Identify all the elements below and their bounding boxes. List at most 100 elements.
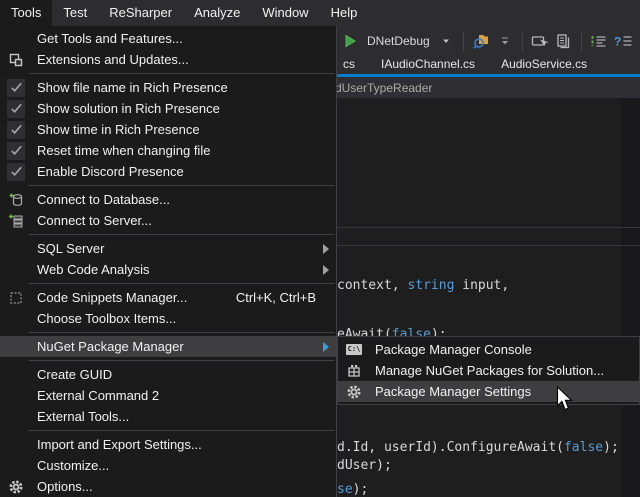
menu-item-label: SQL Server [37, 241, 104, 256]
check-icon [7, 79, 25, 97]
menu-item-get-tools-and-features[interactable]: Get Tools and Features... [0, 28, 336, 49]
indent-lines-icon[interactable] [589, 32, 609, 50]
menu-separator [29, 360, 334, 361]
menu-item-label: External Tools... [37, 409, 129, 424]
menu-item-external-tools[interactable]: External Tools... [0, 406, 336, 427]
menu-separator [29, 73, 334, 74]
nuget-manage-icon [338, 363, 370, 379]
menu-item-connect-to-server[interactable]: Connect to Server... [0, 210, 336, 231]
menu-item-label: Package Manager Console [375, 342, 532, 357]
menu-item-external-command-2[interactable]: External Command 2 [0, 385, 336, 406]
vs-window: DNetDebug? csIAudioChannel.csAudioServic… [0, 0, 640, 497]
menu-item-choose-toolbox-items[interactable]: Choose Toolbox Items... [0, 308, 336, 329]
menu-item-sql-server[interactable]: SQL Server [0, 238, 336, 259]
menubar-item-analyze[interactable]: Analyze [183, 0, 251, 26]
menu-item-label: Connect to Server... [37, 213, 152, 228]
menubar-item-tools[interactable]: Tools [0, 0, 52, 26]
menu-item-label: Options... [37, 479, 93, 494]
tab-audioservice-cs[interactable]: AudioService.cs [488, 54, 600, 74]
menu-item-show-time-in-rich-presence[interactable]: Show time in Rich Presence [0, 119, 336, 140]
toolbar-separator [463, 32, 464, 51]
submenu-arrow-icon [323, 342, 329, 352]
menu-item-label: Package Manager Settings [375, 384, 531, 399]
mouse-cursor-icon [556, 386, 574, 417]
editor-divider-line [337, 227, 640, 228]
menu-item-enable-discord-presence[interactable]: Enable Discord Presence [0, 161, 336, 182]
menu-item-code-snippets-manager[interactable]: Code Snippets Manager... Ctrl+K, Ctrl+B [0, 287, 336, 308]
database-add-icon [0, 192, 32, 208]
console-icon: C:\ [338, 344, 370, 355]
menu-item-import-and-export-settings[interactable]: Import and Export Settings... [0, 434, 336, 455]
nav-box-cursor-icon[interactable] [530, 32, 550, 50]
menu-item-label: Extensions and Updates... [37, 52, 189, 67]
menu-item-label: Manage NuGet Packages for Solution... [375, 363, 604, 378]
menu-item-show-file-name-in-rich-presence[interactable]: Show file name in Rich Presence [0, 77, 336, 98]
submenu-item-package-manager-console[interactable]: C:\ Package Manager Console [338, 339, 639, 360]
copy-structure-icon[interactable] [554, 32, 574, 50]
toolbar-separator [522, 32, 523, 51]
svg-text:?: ? [614, 35, 621, 49]
editor-scrollbar[interactable] [621, 98, 640, 497]
menu-item-label: Create GUID [37, 367, 112, 382]
menu-item-reset-time-when-changing-file[interactable]: Reset time when changing file [0, 140, 336, 161]
menu-item-show-solution-in-rich-presence[interactable]: Show solution in Rich Presence [0, 98, 336, 119]
submenu-arrow-icon [323, 265, 329, 275]
find-in-files-icon[interactable] [471, 32, 491, 50]
tools-menu-dropdown: Get Tools and Features... Extensions and … [0, 26, 337, 497]
check-icon [0, 163, 32, 181]
menu-item-extensions-and-updates[interactable]: Extensions and Updates... [0, 49, 336, 70]
tab-iaudiochannel-cs[interactable]: IAudioChannel.cs [368, 54, 488, 74]
menu-item-label: External Command 2 [37, 388, 159, 403]
server-add-icon [0, 213, 32, 229]
submenu-item-manage-nuget-packages-for-solution[interactable]: Manage NuGet Packages for Solution... [338, 360, 639, 381]
check-icon [0, 142, 32, 160]
menu-item-options[interactable]: Options... [0, 476, 336, 497]
menu-item-label: Reset time when changing file [37, 143, 210, 158]
menu-item-label: Show file name in Rich Presence [37, 80, 228, 95]
breadcrumb-scope[interactable]: dUserTypeReader [335, 81, 432, 95]
submenu-arrow-icon [323, 244, 329, 254]
menubar-item-window[interactable]: Window [251, 0, 319, 26]
menu-item-label: Connect to Database... [37, 192, 170, 207]
menu-separator [29, 185, 334, 186]
submenu-item-package-manager-settings[interactable]: Package Manager Settings [338, 381, 639, 402]
extensions-icon [0, 52, 32, 68]
check-icon [7, 142, 25, 160]
menu-item-nuget-package-manager[interactable]: NuGet Package Manager [0, 336, 336, 357]
check-icon [0, 79, 32, 97]
check-icon [0, 100, 32, 118]
menubar-item-help[interactable]: Help [320, 0, 369, 26]
menu-item-customize[interactable]: Customize... [0, 455, 336, 476]
run-play-icon[interactable] [340, 32, 360, 50]
menu-separator [29, 283, 334, 284]
menu-item-label: Get Tools and Features... [37, 31, 183, 46]
code-line: d.Id, userId).ConfigureAwait(false); [337, 440, 619, 455]
menu-item-label: Show solution in Rich Presence [37, 101, 220, 116]
menu-separator [29, 332, 334, 333]
menu-separator [29, 234, 334, 235]
menu-bar: ToolsTestReSharperAnalyzeWindowHelp [0, 0, 640, 26]
config-caret-icon[interactable] [436, 32, 456, 50]
menu-item-connect-to-database[interactable]: Connect to Database... [0, 189, 336, 210]
code-line: context, string input, [337, 278, 509, 293]
menu-item-label: Choose Toolbox Items... [37, 311, 176, 326]
menu-item-shortcut: Ctrl+K, Ctrl+B [236, 290, 316, 305]
menu-item-web-code-analysis[interactable]: Web Code Analysis [0, 259, 336, 280]
editor-divider-line [337, 245, 640, 246]
run-configuration-label[interactable]: DNetDebug [367, 34, 430, 48]
menubar-item-resharper[interactable]: ReSharper [98, 0, 183, 26]
check-icon [7, 100, 25, 118]
menu-item-label: Show time in Rich Presence [37, 122, 200, 137]
check-icon [7, 121, 25, 139]
menu-item-create-guid[interactable]: Create GUID [0, 364, 336, 385]
menu-item-label: Code Snippets Manager... [37, 290, 187, 305]
help-lines-icon[interactable]: ? [613, 32, 633, 50]
menu-item-label: Import and Export Settings... [37, 437, 202, 452]
menubar-item-test[interactable]: Test [52, 0, 98, 26]
gear-icon [0, 479, 32, 495]
menu-item-label: Enable Discord Presence [37, 164, 184, 179]
menu-item-label: Web Code Analysis [37, 262, 150, 277]
gear-icon [338, 384, 370, 400]
toolbar-separator [581, 32, 582, 51]
find-caret-icon[interactable] [495, 32, 515, 50]
